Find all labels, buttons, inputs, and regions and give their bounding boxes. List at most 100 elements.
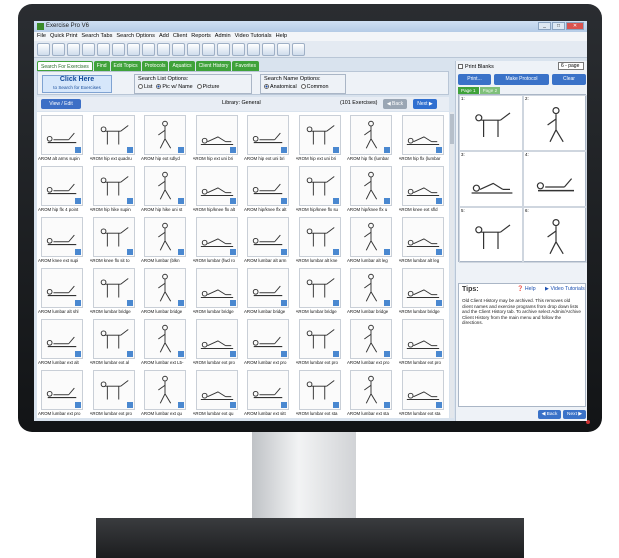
add-to-protocol-icon[interactable] [75, 147, 81, 153]
exercise-item[interactable]: AROM lumbar alt shl [37, 265, 89, 316]
exercise-thumbnail[interactable] [298, 268, 341, 308]
exercise-item[interactable]: AROM knee flx sit to [89, 214, 141, 265]
exercise-thumbnail[interactable] [144, 370, 186, 410]
scrollbar-thumb[interactable] [450, 114, 454, 144]
add-to-protocol-icon[interactable] [229, 198, 236, 204]
add-to-protocol-icon[interactable] [178, 198, 184, 204]
menu-add[interactable]: Add [159, 32, 169, 41]
add-to-protocol-icon[interactable] [281, 351, 287, 357]
users-icon[interactable] [217, 43, 230, 56]
add-to-protocol-icon[interactable] [435, 300, 442, 306]
menu-search-tabs[interactable]: Search Tabs [81, 32, 112, 41]
add-to-protocol-icon[interactable] [75, 351, 81, 357]
menu-client[interactable]: Client [173, 32, 187, 41]
maximize-button[interactable]: □ [552, 22, 565, 30]
exercise-item[interactable]: AROM alt arms supin [37, 112, 89, 163]
exercise-thumbnail[interactable] [195, 268, 238, 308]
exercise-item[interactable]: AROM hip ext uni bri [243, 112, 295, 163]
exercise-thumbnail[interactable] [247, 370, 289, 410]
save-icon[interactable] [82, 43, 95, 56]
add-to-protocol-icon[interactable] [75, 249, 81, 255]
add-to-protocol-icon[interactable] [126, 249, 133, 255]
add-to-protocol-icon[interactable] [281, 402, 287, 408]
add-to-protocol-icon[interactable] [178, 351, 184, 357]
add-to-protocol-icon[interactable] [178, 402, 184, 408]
exercise-item[interactable]: AROM lumbar ext pro [37, 367, 89, 418]
add-to-protocol-icon[interactable] [435, 198, 442, 204]
exercise-item[interactable]: AROM lumbar bridge [140, 265, 192, 316]
copy-icon[interactable] [127, 43, 140, 56]
exercise-thumbnail[interactable] [350, 319, 392, 359]
tab-search-exercises[interactable]: Search For Exercises [37, 61, 93, 71]
exercise-thumbnail[interactable] [195, 166, 238, 206]
add-to-protocol-icon[interactable] [332, 147, 339, 153]
exercise-item[interactable]: AROM lumbar alt arm [243, 214, 295, 265]
exercise-item[interactable]: AROM hip flx (lumbar [398, 112, 450, 163]
exercise-thumbnail[interactable] [298, 115, 341, 155]
exercise-item[interactable]: AROM lumbar alt leg [346, 214, 398, 265]
exercise-thumbnail[interactable] [401, 268, 444, 308]
exercise-item[interactable]: AROM lumbar ext alt [37, 316, 89, 367]
exercise-item[interactable]: AROM lumbar ext qu [140, 367, 192, 418]
protocol-slot[interactable]: 1: [459, 95, 523, 151]
exercise-item[interactable]: AROM lumbar ext al [89, 316, 141, 367]
exercise-thumbnail[interactable] [41, 217, 83, 257]
exercise-item[interactable]: AROM lumbar bridge [398, 265, 450, 316]
add-to-protocol-icon[interactable] [435, 147, 442, 153]
exercise-thumbnail[interactable] [41, 115, 83, 155]
exercise-item[interactable]: AROM hip ext quadru [89, 112, 141, 163]
add-to-protocol-icon[interactable] [229, 402, 236, 408]
protocol-slot[interactable]: 5: [459, 207, 523, 263]
exercise-item[interactable]: AROM lumbar ext L5- [140, 316, 192, 367]
add-to-protocol-icon[interactable] [75, 300, 81, 306]
exercise-thumbnail[interactable] [401, 115, 444, 155]
add-to-protocol-icon[interactable] [229, 351, 236, 357]
exercise-item[interactable]: AROM lumbar ext qu [192, 367, 244, 418]
tab-edit-topics[interactable]: Edit Topics [110, 61, 141, 71]
exercise-thumbnail[interactable] [144, 268, 186, 308]
menu-admin[interactable]: Admin [215, 32, 231, 41]
library-next-button[interactable]: Next ▶ [413, 99, 437, 109]
add-to-protocol-icon[interactable] [281, 249, 287, 255]
grid-scrollbar[interactable] [450, 112, 454, 418]
library-back-button[interactable]: ◀ Back [383, 99, 407, 109]
protocol-slot[interactable]: 6: [523, 207, 587, 263]
page-layout-select[interactable]: 6 - page [558, 62, 584, 70]
exercise-item[interactable]: AROM hip flx (lumbar [346, 112, 398, 163]
exercise-thumbnail[interactable] [195, 217, 238, 257]
exercise-item[interactable]: AROM lumbar ext pro [346, 316, 398, 367]
exercise-item[interactable]: AROM lumbar bridge [243, 265, 295, 316]
exercise-item[interactable]: AROM lumbar ext sta [346, 367, 398, 418]
exercise-thumbnail[interactable] [195, 115, 238, 155]
exercise-thumbnail[interactable] [247, 217, 289, 257]
exercise-thumbnail[interactable] [401, 319, 444, 359]
tab-client-history[interactable]: Client History [195, 61, 232, 71]
add-to-protocol-icon[interactable] [229, 147, 236, 153]
exercise-item[interactable]: AROM hip/knee flx alt [192, 163, 244, 214]
exercise-item[interactable]: AROM hip hike supin [89, 163, 141, 214]
exercise-thumbnail[interactable] [92, 115, 135, 155]
add-to-protocol-icon[interactable] [332, 402, 339, 408]
exercise-item[interactable]: AROM lumbar ext pro [295, 316, 347, 367]
radio-common[interactable]: Common [300, 84, 329, 90]
tab-page-2[interactable]: Page 2 [479, 87, 501, 94]
add-to-protocol-icon[interactable] [384, 198, 390, 204]
add-to-protocol-icon[interactable] [126, 300, 133, 306]
exercise-thumbnail[interactable] [298, 319, 341, 359]
menu-search-options[interactable]: Search Options [116, 32, 155, 41]
add-to-protocol-icon[interactable] [75, 198, 81, 204]
exercise-thumbnail[interactable] [247, 319, 289, 359]
exercise-thumbnail[interactable] [401, 166, 444, 206]
add-to-protocol-icon[interactable] [126, 351, 133, 357]
radio-list[interactable]: List [138, 84, 152, 90]
protocol-slot[interactable]: 4: [523, 151, 587, 207]
tab-find[interactable]: Find [93, 61, 110, 71]
exercise-thumbnail[interactable] [144, 217, 186, 257]
exercise-thumbnail[interactable] [92, 268, 135, 308]
exercise-thumbnail[interactable] [350, 217, 392, 257]
email-icon[interactable] [112, 43, 125, 56]
protocol-slot[interactable]: 3: [459, 151, 523, 207]
calendar-icon[interactable] [187, 43, 200, 56]
exercise-thumbnail[interactable] [350, 115, 392, 155]
add-to-protocol-icon[interactable] [384, 351, 390, 357]
